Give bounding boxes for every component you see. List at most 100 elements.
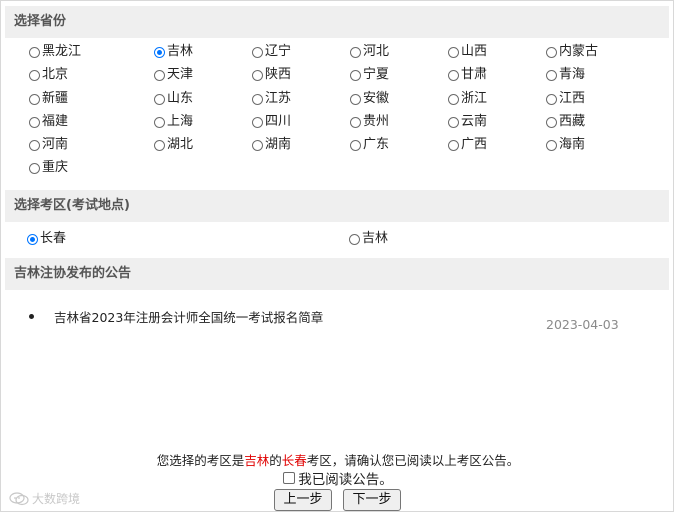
province-option[interactable]: 黑龙江	[29, 42, 81, 62]
province-option[interactable]: 宁夏	[350, 65, 389, 85]
province-label: 江西	[559, 91, 586, 106]
province-radio[interactable]	[154, 69, 165, 81]
province-option[interactable]: 山东	[154, 89, 193, 109]
province-radio[interactable]	[350, 139, 361, 151]
province-option[interactable]: 吉林	[154, 42, 193, 62]
province-label: 浙江	[461, 91, 488, 106]
province-option[interactable]: 上海	[154, 112, 193, 132]
province-option[interactable]: 广西	[448, 135, 487, 155]
province-option[interactable]: 西藏	[546, 112, 585, 132]
province-radio[interactable]	[154, 46, 165, 58]
read-confirm-checkbox[interactable]	[283, 472, 296, 484]
province-radio[interactable]	[252, 139, 263, 151]
province-radio[interactable]	[350, 69, 361, 81]
province-option[interactable]: 福建	[29, 112, 68, 132]
province-option[interactable]: 天津	[154, 65, 193, 85]
exam-area-section-header: 选择考区(考试地点)	[5, 190, 669, 222]
province-option[interactable]: 云南	[448, 112, 487, 132]
province-radio[interactable]	[154, 139, 165, 151]
province-option[interactable]: 贵州	[350, 112, 389, 132]
page-frame: 选择省份 黑龙江 吉林 辽宁 河北 山西 内蒙古 北京 天津 陕西 宁夏 甘肃 青海 新疆 山东 江苏 安徽浙…	[0, 0, 674, 512]
province-option[interactable]: 海南	[546, 135, 585, 155]
province-radio[interactable]	[546, 46, 557, 58]
exam-area-radio[interactable]	[27, 233, 38, 245]
province-label: 山西	[461, 44, 488, 59]
province-radio[interactable]	[448, 46, 459, 58]
exam-area-label: 吉林	[362, 231, 389, 246]
prev-step-button[interactable]: 上一步	[274, 489, 332, 511]
province-radio[interactable]	[546, 116, 557, 128]
province-option[interactable]: 河南	[29, 135, 68, 155]
province-option[interactable]: 内蒙古	[546, 42, 598, 62]
province-radio[interactable]	[29, 69, 40, 81]
exam-area-label: 长春	[40, 231, 67, 246]
province-option[interactable]: 四川	[252, 112, 291, 132]
exam-area-radio[interactable]	[349, 233, 360, 245]
province-radio[interactable]	[546, 139, 557, 151]
province-radio[interactable]	[350, 93, 361, 105]
province-option[interactable]: 青海	[546, 65, 585, 85]
province-option[interactable]: 北京	[29, 65, 68, 85]
next-step-button[interactable]: 下一步	[343, 489, 401, 511]
province-radio[interactable]	[546, 93, 557, 105]
province-label: 广西	[461, 137, 488, 152]
province-option[interactable]: 河北	[350, 42, 389, 62]
province-option[interactable]: 安徽	[350, 89, 389, 109]
province-option[interactable]: 广东	[350, 135, 389, 155]
watermark-text: 大数跨境	[32, 492, 81, 506]
province-radio[interactable]	[29, 162, 40, 174]
chat-bubble-icon	[9, 491, 29, 505]
province-option[interactable]: 新疆	[29, 89, 68, 109]
province-radio[interactable]	[252, 93, 263, 105]
province-label: 新疆	[42, 91, 69, 106]
province-option[interactable]: 辽宁	[252, 42, 291, 62]
province-radio[interactable]	[252, 46, 263, 58]
province-label: 湖北	[167, 137, 194, 152]
province-radio[interactable]	[29, 139, 40, 151]
province-label: 北京	[42, 67, 69, 82]
province-radio[interactable]	[154, 116, 165, 128]
exam-area-option-changchun[interactable]: 长春	[27, 229, 66, 249]
province-option[interactable]: 江西	[546, 89, 585, 109]
province-radio[interactable]	[448, 69, 459, 81]
province-radio[interactable]	[154, 93, 165, 105]
province-option[interactable]: 江苏	[252, 89, 291, 109]
province-label: 青海	[559, 67, 586, 82]
province-option[interactable]: 重庆	[29, 158, 68, 178]
province-option[interactable]: 浙江	[448, 89, 487, 109]
confirm-message: 您选择的考区是吉林的长春考区，请确认您已阅读以上考区公告。	[1, 450, 674, 469]
province-label: 吉林	[167, 44, 194, 59]
notice-list-item: 吉林省2023年注册会计师全国统一考试报名简章 2023-04-03	[26, 307, 626, 347]
province-radio[interactable]	[252, 116, 263, 128]
province-label: 宁夏	[363, 67, 390, 82]
province-radio[interactable]	[29, 116, 40, 128]
province-radio[interactable]	[448, 139, 459, 151]
read-confirm-row: 我已阅读公告。	[1, 468, 674, 488]
province-radio[interactable]	[546, 69, 557, 81]
province-option[interactable]: 湖北	[154, 135, 193, 155]
province-label: 辽宁	[265, 44, 292, 59]
province-radio[interactable]	[252, 69, 263, 81]
province-radio[interactable]	[29, 46, 40, 58]
province-label: 湖南	[265, 137, 292, 152]
exam-area-option-jilin[interactable]: 吉林	[349, 229, 388, 249]
notice-section-header: 吉林注协发布的公告	[5, 258, 669, 290]
province-radio[interactable]	[448, 116, 459, 128]
province-radio[interactable]	[29, 93, 40, 105]
notice-title-link[interactable]: 吉林省2023年注册会计师全国统一考试报名简章	[54, 307, 323, 326]
province-option[interactable]: 陕西	[252, 65, 291, 85]
province-label: 海南	[559, 137, 586, 152]
province-option[interactable]: 甘肃	[448, 65, 487, 85]
province-option[interactable]: 山西	[448, 42, 487, 62]
province-radio[interactable]	[350, 46, 361, 58]
province-label: 四川	[265, 114, 292, 129]
province-radio[interactable]	[448, 93, 459, 105]
province-label: 贵州	[363, 114, 390, 129]
province-label: 河南	[42, 137, 69, 152]
confirm-suffix: 考区，请确认您已阅读以上考区公告。	[306, 453, 520, 468]
province-label: 河北	[363, 44, 390, 59]
province-radio[interactable]	[350, 116, 361, 128]
province-label: 上海	[167, 114, 194, 129]
read-confirm-label[interactable]: 我已阅读公告。	[298, 468, 393, 488]
province-option[interactable]: 湖南	[252, 135, 291, 155]
